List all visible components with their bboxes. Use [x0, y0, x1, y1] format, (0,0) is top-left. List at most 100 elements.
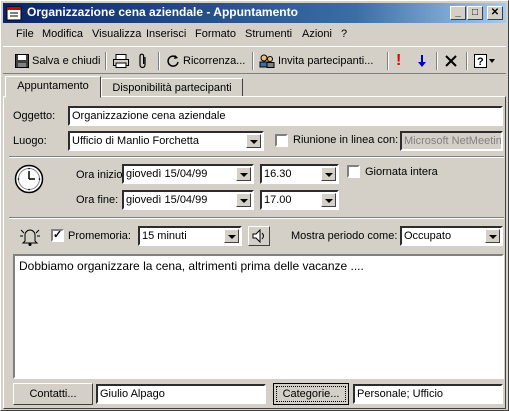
show-as-combobox[interactable]: Occupato [400, 226, 503, 246]
online-meeting-checkbox[interactable] [275, 134, 288, 147]
contacts-input[interactable]: Giulio Alpago [96, 384, 266, 404]
menu-bar: File Modifica Visualizza Inserisci Forma… [3, 25, 506, 45]
invite-button[interactable]: Invita partecipanti... [259, 51, 373, 71]
all-day-checkbox[interactable] [347, 165, 360, 178]
chevron-down-icon[interactable] [321, 193, 336, 207]
title-bar[interactable]: Organizzazione cena aziendale - Appuntam… [3, 3, 506, 23]
menu-inserisci[interactable]: Inserisci [146, 28, 186, 40]
toolbar-separator [252, 52, 254, 70]
location-value: Ufficio di Manlio Forchetta [72, 135, 199, 147]
chevron-down-icon[interactable] [236, 193, 251, 207]
speaker-icon [252, 228, 264, 244]
reminder-checkbox[interactable] [51, 228, 64, 242]
bell-icon [20, 229, 40, 246]
toolbar: Salva e chiudi Ricorrenza... Invita part… [3, 46, 506, 74]
minimize-button[interactable]: _ [450, 6, 466, 20]
start-label: Ora inizio: [76, 169, 126, 181]
divider [9, 156, 504, 158]
start-time-value: 16.30 [264, 168, 292, 180]
online-meeting-label: Riunione in linea con: [293, 134, 399, 146]
notes-text: Dobbiamo organizzare la cena, altrimenti… [19, 259, 364, 273]
categories-value: Personale; Ufficio [357, 388, 444, 400]
print-icon [113, 54, 129, 69]
recurrence-button[interactable]: Ricorrenza... [166, 51, 245, 71]
attach-icon [139, 53, 146, 69]
help-button[interactable]: ? [474, 51, 499, 71]
save-icon [15, 54, 29, 69]
notes-textarea[interactable]: Dobbiamo organizzare la cena, altrimenti… [13, 254, 504, 379]
menu-formato[interactable]: Formato [195, 28, 236, 40]
appointment-icon [6, 6, 22, 21]
menu-modifica[interactable]: Modifica [42, 28, 83, 40]
online-meeting-value: Microsoft NetMeeting [404, 135, 503, 147]
toolbar-separator [436, 52, 438, 70]
menu-visualizza[interactable]: Visualizza [92, 28, 141, 40]
reminder-label: Promemoria: [68, 230, 131, 242]
window-title: Organizzazione cena aziendale - Appuntam… [27, 5, 298, 19]
invite-icon [259, 54, 275, 69]
toolbar-separator [387, 52, 389, 70]
importance-low-button[interactable] [417, 51, 430, 71]
contacts-button[interactable]: Contatti... [13, 383, 93, 405]
toolbar-separator [105, 52, 107, 70]
toolbar-separator [466, 52, 468, 70]
end-time-value: 17.00 [264, 194, 292, 206]
contacts-value: Giulio Alpago [100, 388, 165, 400]
save-close-button[interactable]: Salva e chiudi [15, 51, 101, 71]
show-as-value: Occupato [404, 230, 452, 242]
start-time-combobox[interactable]: 16.30 [260, 164, 339, 184]
invite-label: Invita partecipanti... [278, 55, 374, 67]
categories-input[interactable]: Personale; Ufficio [353, 384, 503, 404]
attach-button[interactable] [138, 51, 151, 71]
recurrence-label: Ricorrenza... [183, 55, 246, 67]
importance-high-icon: ! [396, 52, 402, 69]
subject-input[interactable]: Organizzazione cena aziendale [68, 106, 503, 126]
reminder-value: 15 minuti [142, 230, 187, 242]
reminder-sound-button[interactable] [248, 226, 270, 246]
show-as-label: Mostra periodo come: [291, 230, 398, 242]
categories-button-label: Categorie... [282, 388, 340, 400]
menu-strumenti[interactable]: Strumenti [245, 28, 292, 40]
reminder-combobox[interactable]: 15 minuti [138, 226, 242, 246]
maximize-button[interactable]: □ [467, 6, 483, 20]
save-close-label: Salva e chiudi [32, 55, 101, 67]
menu-help[interactable]: ? [341, 28, 347, 40]
menu-azioni[interactable]: Azioni [302, 28, 332, 40]
start-date-value: giovedì 15/04/99 [126, 168, 208, 180]
importance-high-button[interactable]: ! [396, 51, 401, 71]
end-date-value: giovedì 15/04/99 [126, 194, 208, 206]
chevron-down-icon[interactable] [246, 134, 261, 148]
menu-file[interactable]: File [16, 28, 34, 40]
location-combobox[interactable]: Ufficio di Manlio Forchetta [68, 131, 264, 151]
delete-icon [445, 55, 457, 67]
tab-disponibilita[interactable]: Disponibilità partecipanti [101, 78, 243, 97]
chevron-down-icon[interactable] [321, 167, 336, 181]
close-button[interactable]: ✕ [487, 6, 503, 20]
appointment-window: Organizzazione cena aziendale - Appuntam… [0, 0, 509, 411]
end-date-combobox[interactable]: giovedì 15/04/99 [122, 190, 254, 210]
chevron-down-icon[interactable] [236, 167, 251, 181]
print-button[interactable] [113, 51, 132, 71]
start-date-combobox[interactable]: giovedì 15/04/99 [122, 164, 254, 184]
all-day-label: Giornata intera [365, 166, 438, 178]
tab-disponibilita-label: Disponibilità partecipanti [112, 82, 232, 94]
categories-button[interactable]: Categorie... [273, 383, 349, 405]
help-icon: ? [474, 54, 495, 69]
subject-value: Organizzazione cena aziendale [72, 110, 226, 122]
divider [9, 217, 504, 219]
delete-button[interactable] [444, 51, 461, 71]
online-meeting-combobox[interactable]: Microsoft NetMeeting [400, 131, 503, 151]
tab-appuntamento[interactable]: Appuntamento [5, 76, 101, 98]
location-label: Luogo: [13, 135, 47, 147]
subject-label: Oggetto: [13, 110, 56, 122]
toolbar-separator [158, 52, 160, 70]
svg-text:?: ? [477, 56, 484, 68]
chevron-down-icon[interactable] [485, 229, 500, 243]
importance-low-icon [418, 55, 426, 68]
tab-appuntamento-label: Appuntamento [17, 80, 89, 92]
end-label: Ora fine: [76, 194, 119, 206]
end-time-combobox[interactable]: 17.00 [260, 190, 339, 210]
chevron-down-icon[interactable] [224, 229, 239, 243]
recurrence-icon [167, 55, 179, 67]
contacts-button-label: Contatti... [29, 388, 77, 400]
